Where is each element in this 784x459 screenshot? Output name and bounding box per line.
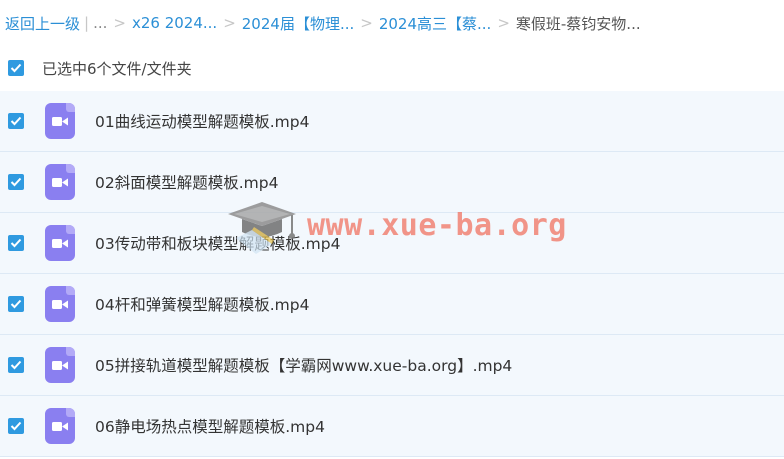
breadcrumb-item[interactable]: 2024届【物理... bbox=[242, 13, 354, 34]
video-camera-icon bbox=[52, 360, 68, 370]
file-name[interactable]: 01曲线运动模型解题模板.mp4 bbox=[95, 110, 309, 132]
select-all-bar: 已选中6个文件/文件夹 bbox=[0, 46, 784, 90]
file-checkbox[interactable] bbox=[8, 235, 24, 251]
check-icon bbox=[10, 421, 22, 431]
check-icon bbox=[10, 238, 22, 248]
breadcrumb-ellipsis[interactable]: ... bbox=[93, 14, 107, 32]
breadcrumb-current: 寒假班-蔡钧安物... bbox=[515, 14, 641, 33]
file-name[interactable]: 06静电场热点模型解题模板.mp4 bbox=[95, 415, 325, 437]
file-name[interactable]: 05拼接轨道模型解题模板【学霸网www.xue-ba.org】.mp4 bbox=[95, 354, 512, 376]
select-all-checkbox[interactable] bbox=[8, 60, 24, 76]
video-file-icon bbox=[45, 225, 75, 261]
file-row[interactable]: 06静电场热点模型解题模板.mp4 bbox=[0, 396, 784, 457]
check-icon bbox=[10, 116, 22, 126]
breadcrumb-item[interactable]: x26 2024... bbox=[132, 14, 217, 32]
file-checkbox[interactable] bbox=[8, 296, 24, 312]
file-row[interactable]: 04杆和弹簧模型解题模板.mp4 bbox=[0, 274, 784, 335]
file-row[interactable]: 05拼接轨道模型解题模板【学霸网www.xue-ba.org】.mp4 bbox=[0, 335, 784, 396]
chevron-right-icon: > bbox=[113, 14, 126, 32]
check-icon bbox=[10, 360, 22, 370]
video-camera-icon bbox=[52, 299, 68, 309]
file-list: 01曲线运动模型解题模板.mp4 02斜面模型解题模板.mp4 03传动带和板块… bbox=[0, 91, 784, 457]
check-icon bbox=[10, 299, 22, 309]
breadcrumb-item[interactable]: 2024高三【蔡... bbox=[379, 13, 491, 34]
file-checkbox[interactable] bbox=[8, 113, 24, 129]
selection-count-label: 已选中6个文件/文件夹 bbox=[42, 59, 192, 78]
file-row[interactable]: 01曲线运动模型解题模板.mp4 bbox=[0, 91, 784, 152]
back-link[interactable]: 返回上一级 bbox=[5, 13, 80, 34]
video-file-icon bbox=[45, 164, 75, 200]
file-checkbox[interactable] bbox=[8, 174, 24, 190]
file-checkbox[interactable] bbox=[8, 418, 24, 434]
chevron-right-icon: > bbox=[360, 14, 373, 32]
breadcrumb-divider: | bbox=[84, 14, 90, 32]
file-row[interactable]: 03传动带和板块模型解题模板.mp4 bbox=[0, 213, 784, 274]
video-file-icon bbox=[45, 286, 75, 322]
check-icon bbox=[10, 63, 22, 73]
video-file-icon bbox=[45, 347, 75, 383]
video-camera-icon bbox=[52, 177, 68, 187]
check-icon bbox=[10, 177, 22, 187]
video-file-icon bbox=[45, 408, 75, 444]
chevron-right-icon: > bbox=[497, 14, 510, 32]
file-checkbox[interactable] bbox=[8, 357, 24, 373]
file-name[interactable]: 04杆和弹簧模型解题模板.mp4 bbox=[95, 293, 309, 315]
file-name[interactable]: 02斜面模型解题模板.mp4 bbox=[95, 171, 278, 193]
chevron-right-icon: > bbox=[223, 14, 236, 32]
file-name[interactable]: 03传动带和板块模型解题模板.mp4 bbox=[95, 232, 340, 254]
video-camera-icon bbox=[52, 421, 68, 431]
video-camera-icon bbox=[52, 238, 68, 248]
video-camera-icon bbox=[52, 116, 68, 126]
file-row[interactable]: 02斜面模型解题模板.mp4 bbox=[0, 152, 784, 213]
video-file-icon bbox=[45, 103, 75, 139]
breadcrumb: 返回上一级 | ... > x26 2024... > 2024届【物理... … bbox=[0, 0, 784, 46]
